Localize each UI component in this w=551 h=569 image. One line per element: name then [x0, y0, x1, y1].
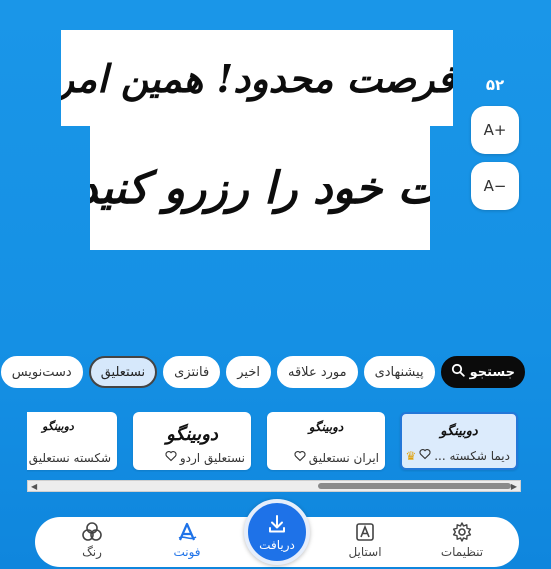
font-card-label: شکسته نستعلیق: [27, 450, 111, 465]
font-card-name: شکسته نستعلیق: [28, 450, 111, 465]
font-card-sample: دوبینگو: [440, 424, 478, 439]
search-icon: [451, 363, 465, 381]
download-label: دریافت: [259, 537, 295, 552]
palette-icon: [57, 521, 127, 543]
chip-favorites[interactable]: مورد علاقه: [277, 356, 358, 388]
chip-fantasy[interactable]: فانتزی: [163, 356, 221, 388]
font-card[interactable]: دوبینگو دیما شکسته ... ♛: [400, 412, 518, 470]
font-card-name: دیما شکسته ...: [434, 448, 510, 463]
increase-size-button[interactable]: A+: [471, 106, 519, 154]
horizontal-scrollbar[interactable]: ◀ ▶: [27, 480, 521, 492]
preview-text-1: *"فرصت محدود! همین امروز: [61, 55, 453, 101]
nav-settings[interactable]: تنظیمات: [427, 521, 497, 559]
download-button[interactable]: دریافت: [244, 499, 310, 565]
font-card-label: نستعلیق اردو: [137, 450, 245, 465]
font-card[interactable]: دوبینگو نستعلیق اردو: [133, 412, 251, 470]
font-size-value: ۵۲: [485, 76, 505, 94]
gear-icon: [427, 521, 497, 543]
chip-handwritten[interactable]: دست‌نویس: [0, 356, 83, 388]
chip-recent[interactable]: اخیر: [226, 356, 271, 388]
heart-icon[interactable]: [419, 448, 431, 463]
font-card-sample: دوبینگو: [308, 420, 344, 434]
nav-colors[interactable]: رنگ: [57, 521, 127, 559]
font-card-sample: دوبینگو: [42, 420, 74, 433]
decrease-size-button[interactable]: A−: [471, 162, 519, 210]
chip-suggested[interactable]: پیشنهادی: [363, 356, 435, 388]
chip-nastaliq[interactable]: نستعلیق: [88, 356, 158, 388]
category-chips: جستجو پیشنهادی مورد علاقه اخیر فانتزی نس…: [0, 355, 525, 389]
nav-colors-label: رنگ: [82, 545, 102, 559]
heart-icon[interactable]: [294, 450, 306, 465]
scrollbar-thumb[interactable]: [318, 483, 511, 489]
search-label: جستجو: [469, 364, 515, 380]
font-card-label: دیما شکسته ... ♛: [406, 448, 510, 463]
preview-line-1[interactable]: *"فرصت محدود! همین امروز: [61, 30, 453, 126]
font-card[interactable]: دوبینگو شکسته نستعلیق: [27, 412, 117, 470]
scroll-right-icon[interactable]: ▶: [511, 482, 517, 491]
search-button[interactable]: جستجو: [440, 356, 525, 388]
preview-text-2: نوبت خود را رزرو کنید"*: [90, 162, 430, 214]
font-card-sample: دوبینگو: [166, 424, 218, 445]
style-icon: [330, 521, 400, 543]
font-card[interactable]: دوبینگو ایران نستعلیق: [267, 412, 385, 470]
font-icon: [152, 521, 222, 543]
download-icon: [266, 513, 288, 538]
heart-icon[interactable]: [165, 450, 177, 465]
nav-settings-label: تنظیمات: [440, 545, 484, 559]
preview-line-2[interactable]: نوبت خود را رزرو کنید"*: [90, 126, 430, 250]
nav-style[interactable]: استایل: [330, 521, 400, 559]
scroll-left-icon[interactable]: ◀: [31, 482, 37, 491]
font-card-name: ایران نستعلیق: [308, 450, 379, 465]
font-card-list: دوبینگو دیما شکسته ... ♛ دوبینگو ایران ن…: [27, 412, 521, 472]
font-card-label: ایران نستعلیق: [271, 450, 379, 465]
nav-font[interactable]: فونت: [152, 521, 222, 559]
nav-style-label: استایل: [348, 545, 382, 559]
font-card-name: نستعلیق اردو: [179, 450, 245, 465]
nav-font-label: فونت: [173, 545, 201, 559]
crown-icon: ♛: [406, 448, 417, 463]
